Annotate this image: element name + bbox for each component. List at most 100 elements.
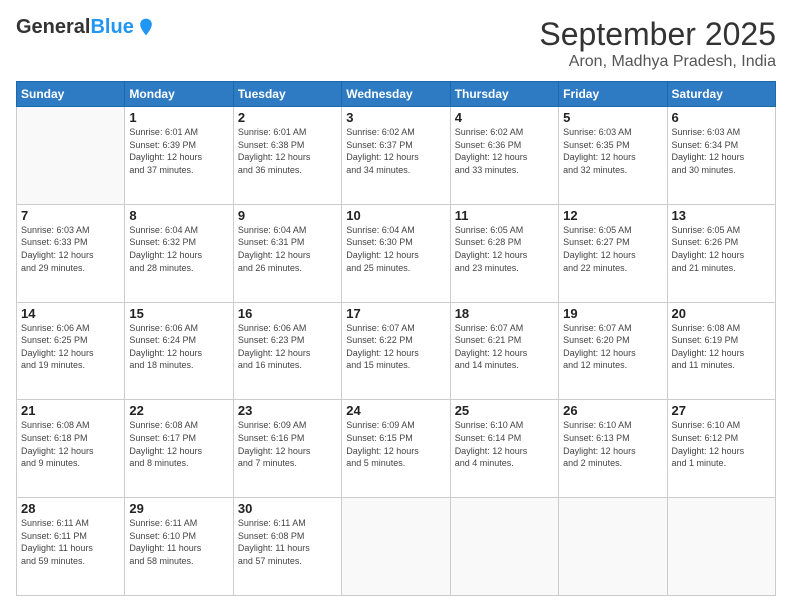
calendar-cell: 1Sunrise: 6:01 AM Sunset: 6:39 PM Daylig… [125, 107, 233, 205]
day-info: Sunrise: 6:02 AM Sunset: 6:36 PM Dayligh… [455, 126, 554, 176]
logo-line2: Blue [90, 16, 133, 38]
calendar-cell [559, 498, 667, 596]
day-info: Sunrise: 6:03 AM Sunset: 6:33 PM Dayligh… [21, 224, 120, 274]
calendar-cell: 27Sunrise: 6:10 AM Sunset: 6:12 PM Dayli… [667, 400, 775, 498]
day-info: Sunrise: 6:05 AM Sunset: 6:27 PM Dayligh… [563, 224, 662, 274]
day-number: 21 [21, 403, 120, 418]
calendar-cell: 16Sunrise: 6:06 AM Sunset: 6:23 PM Dayli… [233, 302, 341, 400]
day-info: Sunrise: 6:08 AM Sunset: 6:19 PM Dayligh… [672, 322, 771, 372]
day-info: Sunrise: 6:03 AM Sunset: 6:34 PM Dayligh… [672, 126, 771, 176]
calendar-cell: 6Sunrise: 6:03 AM Sunset: 6:34 PM Daylig… [667, 107, 775, 205]
calendar-weekday-wednesday: Wednesday [342, 82, 450, 107]
calendar-week-row: 14Sunrise: 6:06 AM Sunset: 6:25 PM Dayli… [17, 302, 776, 400]
calendar-cell: 23Sunrise: 6:09 AM Sunset: 6:16 PM Dayli… [233, 400, 341, 498]
day-info: Sunrise: 6:06 AM Sunset: 6:24 PM Dayligh… [129, 322, 228, 372]
logo: GeneralBlue [16, 16, 156, 38]
day-number: 7 [21, 208, 120, 223]
calendar-weekday-tuesday: Tuesday [233, 82, 341, 107]
calendar-cell: 17Sunrise: 6:07 AM Sunset: 6:22 PM Dayli… [342, 302, 450, 400]
calendar-cell: 20Sunrise: 6:08 AM Sunset: 6:19 PM Dayli… [667, 302, 775, 400]
calendar-cell: 14Sunrise: 6:06 AM Sunset: 6:25 PM Dayli… [17, 302, 125, 400]
calendar-cell [342, 498, 450, 596]
calendar-cell: 8Sunrise: 6:04 AM Sunset: 6:32 PM Daylig… [125, 204, 233, 302]
day-number: 11 [455, 208, 554, 223]
logo-content: GeneralBlue [16, 16, 156, 38]
day-number: 19 [563, 306, 662, 321]
day-info: Sunrise: 6:09 AM Sunset: 6:16 PM Dayligh… [238, 419, 337, 469]
day-number: 3 [346, 110, 445, 125]
header: GeneralBlue September 2025 Aron, Madhya … [16, 16, 776, 71]
day-number: 27 [672, 403, 771, 418]
calendar-weekday-thursday: Thursday [450, 82, 558, 107]
day-number: 15 [129, 306, 228, 321]
logo-icon [136, 17, 156, 37]
day-number: 20 [672, 306, 771, 321]
day-number: 12 [563, 208, 662, 223]
calendar-cell [667, 498, 775, 596]
calendar-cell: 11Sunrise: 6:05 AM Sunset: 6:28 PM Dayli… [450, 204, 558, 302]
calendar-cell: 4Sunrise: 6:02 AM Sunset: 6:36 PM Daylig… [450, 107, 558, 205]
day-number: 8 [129, 208, 228, 223]
day-info: Sunrise: 6:08 AM Sunset: 6:17 PM Dayligh… [129, 419, 228, 469]
day-number: 4 [455, 110, 554, 125]
day-number: 2 [238, 110, 337, 125]
logo-text: GeneralBlue [16, 16, 134, 38]
day-number: 1 [129, 110, 228, 125]
day-info: Sunrise: 6:10 AM Sunset: 6:13 PM Dayligh… [563, 419, 662, 469]
day-info: Sunrise: 6:05 AM Sunset: 6:26 PM Dayligh… [672, 224, 771, 274]
day-info: Sunrise: 6:11 AM Sunset: 6:11 PM Dayligh… [21, 517, 120, 567]
day-info: Sunrise: 6:05 AM Sunset: 6:28 PM Dayligh… [455, 224, 554, 274]
day-number: 24 [346, 403, 445, 418]
calendar-cell: 26Sunrise: 6:10 AM Sunset: 6:13 PM Dayli… [559, 400, 667, 498]
day-number: 16 [238, 306, 337, 321]
calendar-cell [450, 498, 558, 596]
day-number: 22 [129, 403, 228, 418]
calendar-cell: 9Sunrise: 6:04 AM Sunset: 6:31 PM Daylig… [233, 204, 341, 302]
calendar-cell: 13Sunrise: 6:05 AM Sunset: 6:26 PM Dayli… [667, 204, 775, 302]
day-info: Sunrise: 6:03 AM Sunset: 6:35 PM Dayligh… [563, 126, 662, 176]
calendar-cell: 21Sunrise: 6:08 AM Sunset: 6:18 PM Dayli… [17, 400, 125, 498]
calendar-week-row: 7Sunrise: 6:03 AM Sunset: 6:33 PM Daylig… [17, 204, 776, 302]
day-number: 18 [455, 306, 554, 321]
calendar-header-row: SundayMondayTuesdayWednesdayThursdayFrid… [17, 82, 776, 107]
day-info: Sunrise: 6:07 AM Sunset: 6:21 PM Dayligh… [455, 322, 554, 372]
calendar-week-row: 28Sunrise: 6:11 AM Sunset: 6:11 PM Dayli… [17, 498, 776, 596]
day-info: Sunrise: 6:02 AM Sunset: 6:37 PM Dayligh… [346, 126, 445, 176]
calendar-weekday-friday: Friday [559, 82, 667, 107]
day-info: Sunrise: 6:11 AM Sunset: 6:10 PM Dayligh… [129, 517, 228, 567]
day-number: 29 [129, 501, 228, 516]
day-info: Sunrise: 6:01 AM Sunset: 6:39 PM Dayligh… [129, 126, 228, 176]
day-info: Sunrise: 6:09 AM Sunset: 6:15 PM Dayligh… [346, 419, 445, 469]
day-number: 13 [672, 208, 771, 223]
calendar-weekday-monday: Monday [125, 82, 233, 107]
calendar-cell: 24Sunrise: 6:09 AM Sunset: 6:15 PM Dayli… [342, 400, 450, 498]
calendar-weekday-saturday: Saturday [667, 82, 775, 107]
day-info: Sunrise: 6:01 AM Sunset: 6:38 PM Dayligh… [238, 126, 337, 176]
logo-line1: General [16, 16, 90, 38]
day-number: 9 [238, 208, 337, 223]
day-info: Sunrise: 6:10 AM Sunset: 6:14 PM Dayligh… [455, 419, 554, 469]
page: GeneralBlue September 2025 Aron, Madhya … [0, 0, 792, 612]
calendar-week-row: 21Sunrise: 6:08 AM Sunset: 6:18 PM Dayli… [17, 400, 776, 498]
day-info: Sunrise: 6:04 AM Sunset: 6:32 PM Dayligh… [129, 224, 228, 274]
day-info: Sunrise: 6:07 AM Sunset: 6:22 PM Dayligh… [346, 322, 445, 372]
calendar-cell: 18Sunrise: 6:07 AM Sunset: 6:21 PM Dayli… [450, 302, 558, 400]
calendar-cell: 5Sunrise: 6:03 AM Sunset: 6:35 PM Daylig… [559, 107, 667, 205]
day-number: 17 [346, 306, 445, 321]
calendar-cell: 30Sunrise: 6:11 AM Sunset: 6:08 PM Dayli… [233, 498, 341, 596]
calendar-cell: 15Sunrise: 6:06 AM Sunset: 6:24 PM Dayli… [125, 302, 233, 400]
day-number: 28 [21, 501, 120, 516]
calendar-cell: 19Sunrise: 6:07 AM Sunset: 6:20 PM Dayli… [559, 302, 667, 400]
day-info: Sunrise: 6:06 AM Sunset: 6:23 PM Dayligh… [238, 322, 337, 372]
calendar-table: SundayMondayTuesdayWednesdayThursdayFrid… [16, 81, 776, 596]
calendar-weekday-sunday: Sunday [17, 82, 125, 107]
day-info: Sunrise: 6:04 AM Sunset: 6:31 PM Dayligh… [238, 224, 337, 274]
calendar-cell: 29Sunrise: 6:11 AM Sunset: 6:10 PM Dayli… [125, 498, 233, 596]
day-info: Sunrise: 6:04 AM Sunset: 6:30 PM Dayligh… [346, 224, 445, 274]
calendar-cell [17, 107, 125, 205]
day-number: 30 [238, 501, 337, 516]
day-info: Sunrise: 6:11 AM Sunset: 6:08 PM Dayligh… [238, 517, 337, 567]
month-title: September 2025 [539, 16, 776, 53]
calendar-cell: 25Sunrise: 6:10 AM Sunset: 6:14 PM Dayli… [450, 400, 558, 498]
calendar-cell: 7Sunrise: 6:03 AM Sunset: 6:33 PM Daylig… [17, 204, 125, 302]
